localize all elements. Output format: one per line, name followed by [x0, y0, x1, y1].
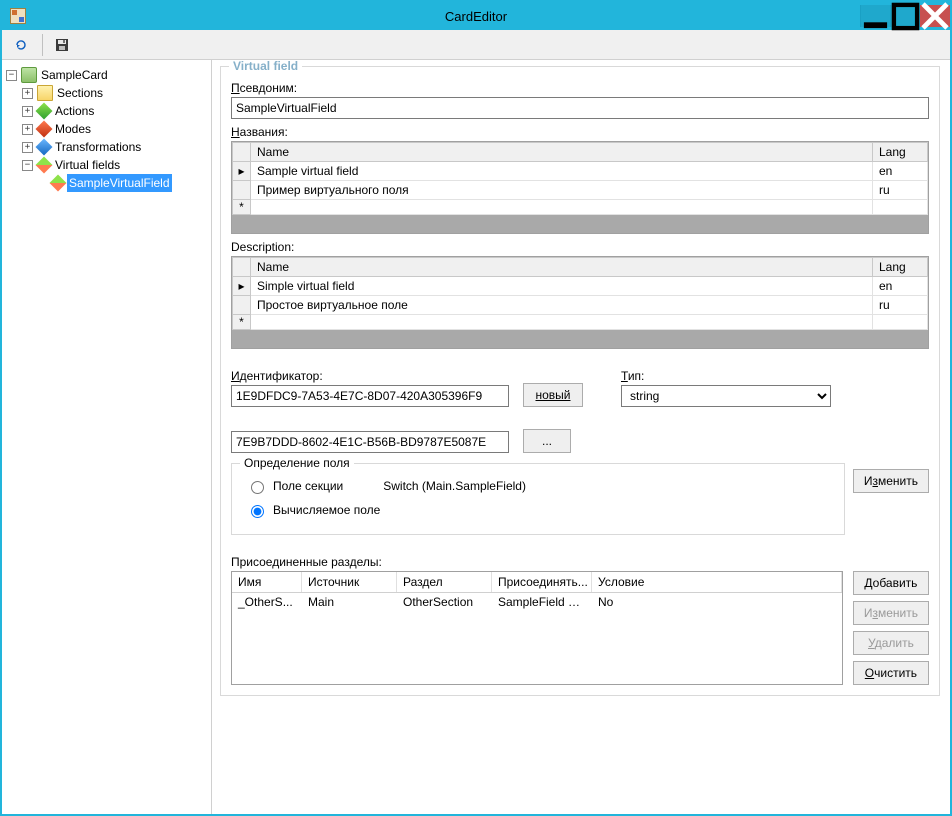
alias-input[interactable] — [231, 97, 929, 119]
names-grid[interactable]: Name Lang ▸ Sample virtual field en Прим… — [231, 141, 929, 234]
grid-new-row[interactable]: * — [233, 200, 928, 215]
joined-label: Присоединенные разделы: — [231, 555, 929, 569]
col-section[interactable]: Раздел — [397, 572, 492, 592]
expand-toggle[interactable]: − — [6, 70, 17, 81]
definition-group: Определение поля Поле секции Switch (Mai… — [231, 463, 845, 535]
diamond-icon — [36, 157, 53, 174]
toolbar — [2, 30, 950, 60]
main-area: − SampleCard + Sections + — [2, 60, 950, 814]
definition-text: Switch (Main.SampleField) — [383, 479, 526, 493]
tree-sections[interactable]: + Sections — [22, 84, 207, 102]
expand-toggle[interactable]: + — [22, 106, 33, 117]
radio-calculated-field[interactable]: Вычисляемое поле — [246, 502, 830, 518]
app-window: CardEditor — [0, 0, 952, 816]
grid-row[interactable]: Пример виртуального поля ru — [233, 181, 928, 200]
tree-transformations[interactable]: + Transformations — [22, 138, 207, 156]
joined-sections-list[interactable]: Имя Источник Раздел Присоединять... Усло… — [231, 571, 843, 685]
clear-sections-button[interactable]: Очистить — [853, 661, 929, 685]
tree-actions[interactable]: + Actions — [22, 102, 207, 120]
grid-row[interactable]: Простое виртуальное поле ru — [233, 296, 928, 315]
tree-pane[interactable]: − SampleCard + Sections + — [2, 60, 212, 814]
save-button[interactable] — [49, 34, 75, 56]
edit-section-button[interactable]: Изменить — [853, 601, 929, 625]
type-label: Тип: — [621, 369, 831, 383]
list-row[interactable]: _OtherS... Main OtherSection SampleField… — [232, 593, 842, 611]
grid-row[interactable]: ▸ Simple virtual field en — [233, 277, 928, 296]
folder-icon — [37, 85, 53, 101]
tree-root[interactable]: − SampleCard — [6, 66, 207, 84]
col-lang[interactable]: Lang — [873, 143, 928, 162]
grid-new-row[interactable]: * — [233, 315, 928, 330]
expand-toggle[interactable]: + — [22, 124, 33, 135]
card-icon — [21, 67, 37, 83]
content-pane: Virtual field Псевдоним: Названия: Name … — [212, 60, 950, 814]
radio-label: Вычисляемое поле — [273, 503, 380, 517]
alias-label: Псевдоним: — [231, 81, 929, 95]
expand-toggle[interactable]: − — [22, 160, 33, 171]
titlebar: CardEditor — [2, 2, 950, 30]
delete-section-button[interactable]: Удалить — [853, 631, 929, 655]
col-name[interactable]: Name — [251, 258, 873, 277]
col-lang[interactable]: Lang — [873, 258, 928, 277]
diamond-icon — [50, 175, 67, 192]
group-title: Virtual field — [229, 60, 302, 73]
grid-row[interactable]: ▸ Sample virtual field en — [233, 162, 928, 181]
tree-modes[interactable]: + Modes — [22, 120, 207, 138]
col-cond[interactable]: Условие — [592, 572, 842, 592]
diamond-icon — [36, 139, 53, 156]
col-name[interactable]: Name — [251, 143, 873, 162]
col-name[interactable]: Имя — [232, 572, 302, 592]
col-source[interactable]: Источник — [302, 572, 397, 592]
edit-definition-button[interactable]: Изменить — [853, 469, 929, 493]
tree-virtual-item[interactable]: SampleVirtualField — [38, 174, 207, 192]
names-label: Названия: — [231, 125, 929, 139]
id-input[interactable] — [231, 385, 509, 407]
tree-virtual-fields[interactable]: − Virtual fields — [22, 156, 207, 174]
type-select[interactable]: string — [621, 385, 831, 407]
refresh-button[interactable] — [8, 34, 34, 56]
radio-section-field[interactable]: Поле секции — [246, 478, 343, 494]
radio-label: Поле секции — [273, 479, 343, 493]
id-label: Идентификатор: — [231, 369, 509, 383]
diamond-icon — [36, 103, 53, 120]
browse-button[interactable]: ... — [523, 429, 571, 453]
expand-toggle[interactable]: + — [22, 142, 33, 153]
definition-legend: Определение поля — [240, 456, 354, 470]
toolbar-separator — [42, 34, 43, 56]
desc-grid[interactable]: Name Lang ▸ Simple virtual field en Прос… — [231, 256, 929, 349]
virtual-field-group: Virtual field Псевдоним: Названия: Name … — [220, 66, 940, 696]
col-join[interactable]: Присоединять... — [492, 572, 592, 592]
expand-toggle[interactable]: + — [22, 88, 33, 99]
new-id-button[interactable]: новый — [523, 383, 583, 407]
desc-label: Description: — [231, 240, 929, 254]
window-title: CardEditor — [2, 9, 950, 24]
id2-input[interactable] — [231, 431, 509, 453]
add-section-button[interactable]: Добавить — [853, 571, 929, 595]
diamond-icon — [36, 121, 53, 138]
